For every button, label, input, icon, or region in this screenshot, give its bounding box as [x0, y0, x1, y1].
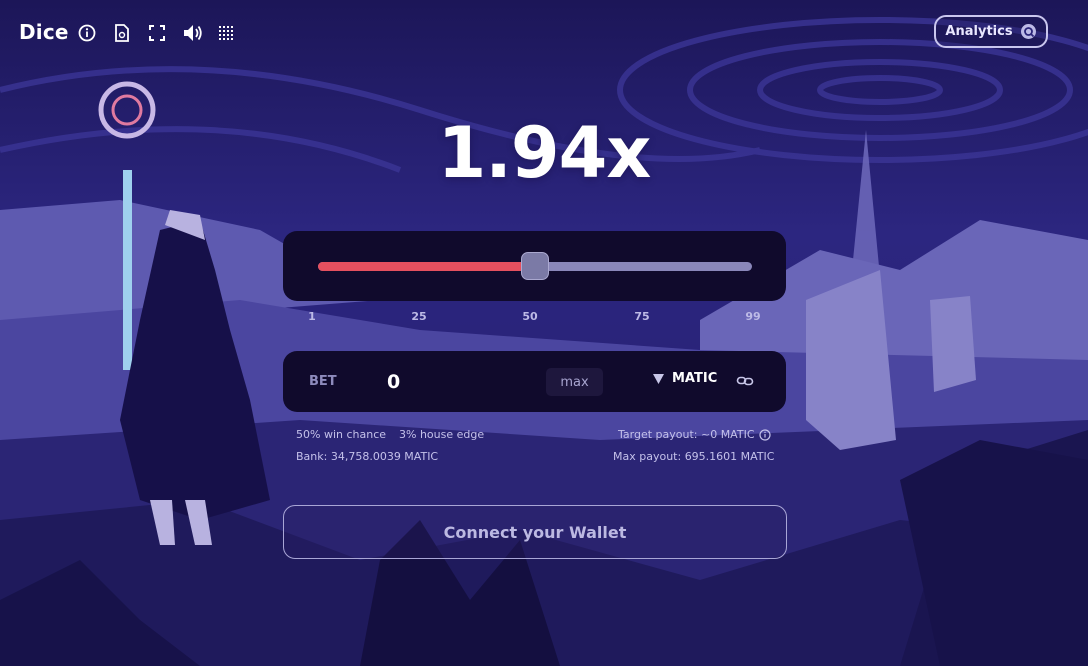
- analytics-label: Analytics: [945, 24, 1013, 39]
- slider-fill: [318, 262, 535, 271]
- tick-label: 75: [634, 310, 650, 323]
- connect-wallet-button[interactable]: Connect your Wallet: [283, 505, 787, 559]
- analytics-icon: [1020, 24, 1036, 39]
- info-icon[interactable]: [758, 428, 771, 441]
- tick-label: 1: [308, 310, 316, 323]
- target-payout: Target payout: ~0 MATIC: [618, 428, 771, 441]
- slider-thumb[interactable]: [521, 252, 549, 280]
- document-icon[interactable]: [111, 22, 133, 44]
- grid-icon[interactable]: [215, 22, 237, 44]
- matic-token-icon: [653, 373, 664, 384]
- analytics-button[interactable]: Analytics: [934, 15, 1048, 48]
- background-illustration: [0, 0, 1088, 666]
- token-label: MATIC: [672, 371, 718, 386]
- target-payout-text: Target payout: ~0 MATIC: [618, 428, 755, 441]
- volume-icon[interactable]: [182, 22, 204, 44]
- bet-amount-input[interactable]: [383, 366, 541, 398]
- token-selector[interactable]: MATIC: [653, 371, 717, 386]
- info-icon[interactable]: [76, 22, 98, 44]
- top-bar: Dice Analytics: [0, 0, 1088, 66]
- bet-panel: BET max MATIC: [283, 351, 786, 412]
- link-icon[interactable]: [736, 373, 754, 393]
- app-logo[interactable]: Dice: [19, 20, 69, 44]
- slider-ticks: 1 25 50 75 99: [0, 310, 1088, 326]
- payout-multiplier: 1.94x: [437, 112, 652, 194]
- slider-track[interactable]: [318, 252, 752, 280]
- bet-label: BET: [309, 374, 337, 389]
- max-payout-text: Max payout: 695.1601 MATIC: [613, 450, 775, 463]
- max-button[interactable]: max: [546, 368, 603, 396]
- bank-text: Bank: 34,758.0039 MATIC: [296, 450, 439, 463]
- tick-label: 25: [411, 310, 427, 323]
- house-edge-text: 3% house edge: [399, 428, 485, 441]
- tick-label: 99: [745, 310, 761, 323]
- win-chance-text: 50% win chance: [296, 428, 387, 441]
- tick-label: 50: [522, 310, 538, 323]
- fullscreen-icon[interactable]: [146, 22, 168, 44]
- roll-slider-panel: [283, 231, 786, 301]
